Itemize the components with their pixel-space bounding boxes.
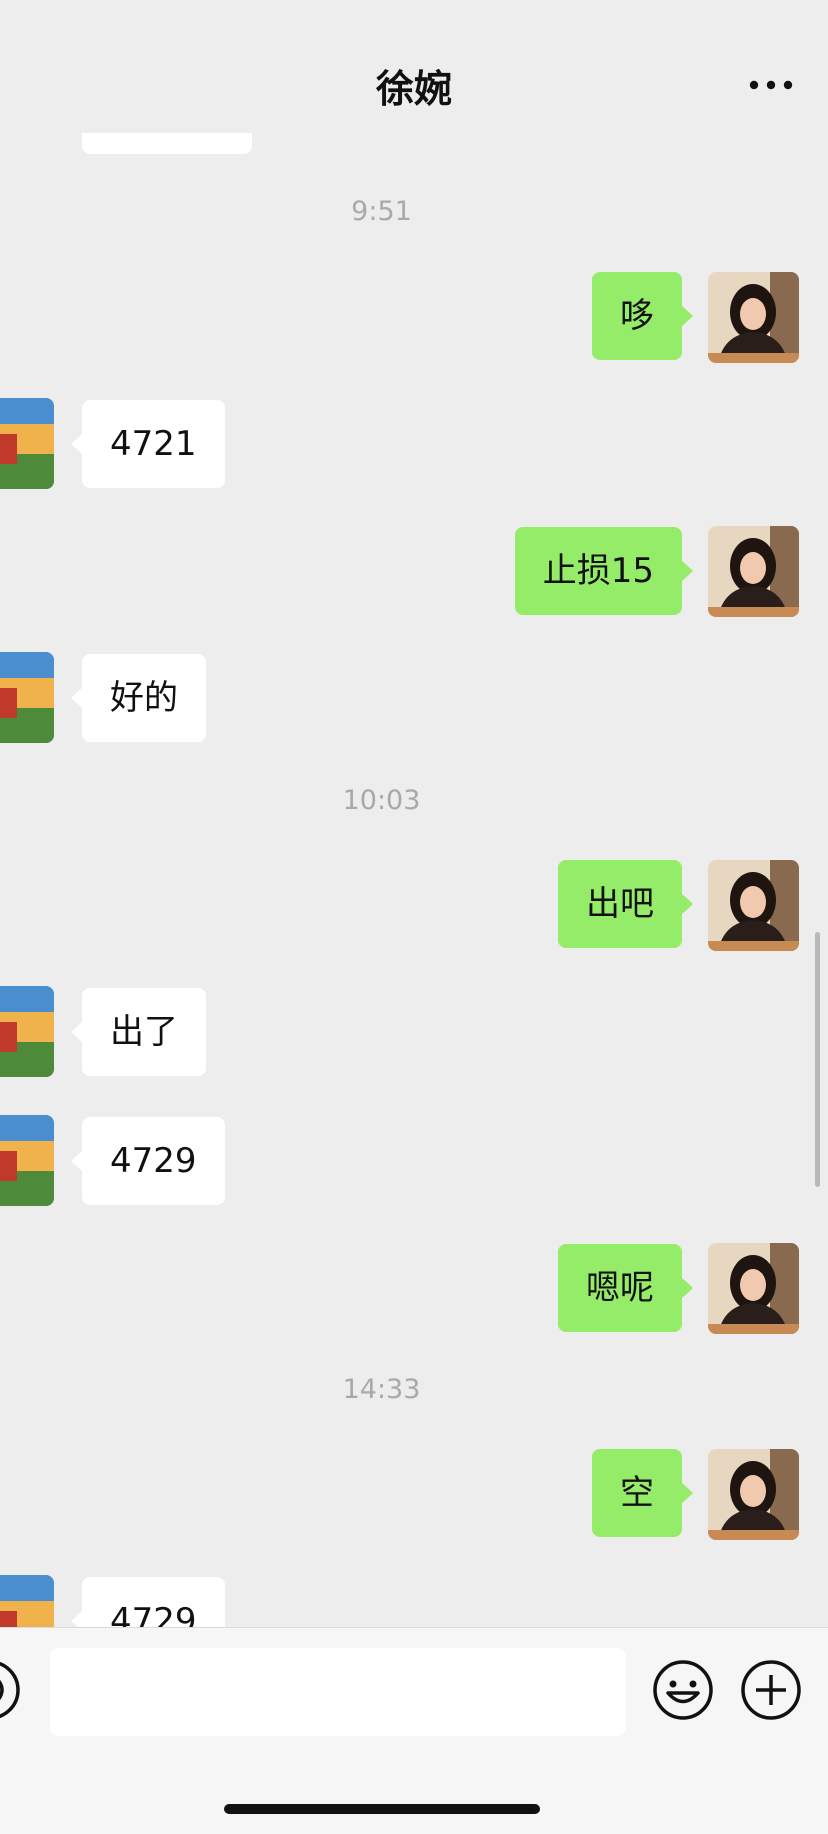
message-bubble-incoming[interactable]: 4729 xyxy=(71,1117,225,1205)
my-avatar[interactable] xyxy=(708,272,799,363)
timestamp: 9:51 xyxy=(351,196,412,227)
message-bubble-incoming[interactable]: 出了 xyxy=(71,988,206,1076)
my-avatar[interactable] xyxy=(708,1449,799,1540)
plus-icon[interactable] xyxy=(739,1658,803,1722)
input-bar xyxy=(0,1627,828,1834)
contact-avatar[interactable] xyxy=(0,1115,54,1206)
home-indicator[interactable] xyxy=(224,1804,540,1814)
message-bubble-outgoing[interactable]: 哆 xyxy=(592,272,693,360)
more-dots-icon[interactable] xyxy=(746,70,796,100)
my-avatar[interactable] xyxy=(708,860,799,951)
message-bubble-outgoing[interactable]: 空 xyxy=(592,1449,693,1537)
my-avatar[interactable] xyxy=(708,1243,799,1334)
message-bubble-incoming[interactable]: 4729 xyxy=(71,1577,225,1627)
voice-icon[interactable] xyxy=(0,1658,22,1722)
scrollbar[interactable] xyxy=(815,932,820,1187)
message-list[interactable]: 9:51 哆 4721 止损15 好的 10:03 出吧 出了 4729 嗯呢 … xyxy=(0,0,828,1627)
my-avatar[interactable] xyxy=(708,526,799,617)
message-bubble-outgoing[interactable]: 止损15 xyxy=(514,527,694,615)
message-input[interactable] xyxy=(50,1648,626,1736)
message-bubble-incoming[interactable]: 4721 xyxy=(71,400,225,488)
chat-title: 徐婉 xyxy=(375,67,452,111)
emoji-icon[interactable] xyxy=(651,1658,715,1722)
message-bubble-incoming[interactable]: 好的 xyxy=(71,654,206,742)
chat-header: 徐婉 xyxy=(0,0,828,133)
contact-avatar[interactable] xyxy=(0,398,54,489)
contact-avatar[interactable] xyxy=(0,986,54,1077)
message-bubble-outgoing[interactable]: 嗯呢 xyxy=(558,1244,693,1332)
message-bubble-outgoing[interactable]: 出吧 xyxy=(558,860,693,948)
timestamp: 10:03 xyxy=(342,785,421,816)
timestamp: 14:33 xyxy=(342,1374,421,1405)
contact-avatar[interactable] xyxy=(0,1575,54,1627)
contact-avatar[interactable] xyxy=(0,652,54,743)
